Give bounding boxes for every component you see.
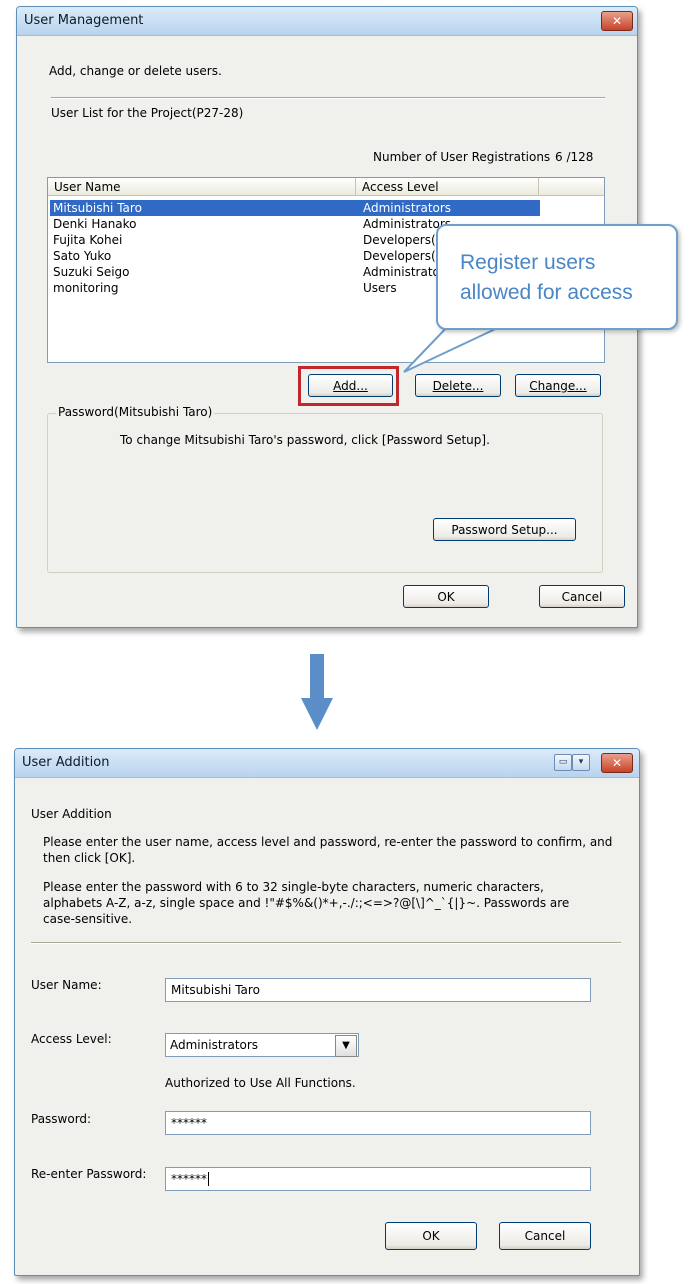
instruction-2: Please enter the password with 6 to 32 s… (43, 880, 570, 926)
section-heading: User Addition (31, 807, 112, 821)
cancel-button[interactable]: Cancel (499, 1222, 591, 1250)
registrations-value: 6 /128 (555, 150, 594, 164)
help-icon[interactable]: ▭ (554, 754, 572, 771)
ok-button[interactable]: OK (385, 1222, 477, 1250)
user-name-cell: Sato Yuko (53, 249, 112, 263)
registrations-label: Number of User Registrations (373, 150, 551, 164)
add-button-highlight (298, 366, 399, 406)
change-button-label: Change... (529, 379, 587, 393)
ok-button-label: OK (437, 590, 455, 604)
window-title: User Addition (22, 755, 110, 770)
user-name-cell: monitoring (53, 281, 119, 295)
cancel-button[interactable]: Cancel (539, 585, 625, 608)
password-label: Password: (31, 1112, 91, 1126)
window-title: User Management (24, 13, 144, 28)
user-addition-window: User Addition ▭ ▾ ✕ User Addition Please… (14, 748, 640, 1276)
separator (51, 97, 605, 99)
down-arrow-icon (301, 654, 333, 730)
callout-bubble: Register users allowed for access (436, 224, 678, 330)
access-level-description: Authorized to Use All Functions. (165, 1076, 356, 1090)
reenter-password-input[interactable]: ******​ (165, 1167, 591, 1191)
reenter-password-value: ****** (171, 1172, 207, 1186)
user-name-cell: Suzuki Seigo (53, 265, 130, 279)
column-header-empty (539, 178, 604, 196)
separator (31, 942, 621, 944)
access-level-cell: Administrator (363, 265, 445, 279)
access-level-label-text: Access Level: (31, 1032, 112, 1046)
instruction-1: Please enter the user name, access level… (43, 835, 613, 865)
user-name-cell: Fujita Kohei (53, 233, 123, 247)
password-group: Password(Mitsubishi Taro) To change Mits… (47, 405, 603, 573)
access-level-label: Access Level: (31, 1032, 112, 1046)
access-level-cell: Users (363, 281, 397, 295)
user-name-label-text: User Name: (31, 978, 102, 992)
column-header-access-level[interactable]: Access Level (356, 178, 539, 196)
user-name-cell: Mitsubishi Taro (53, 201, 142, 215)
password-group-label: Password(Mitsubishi Taro) (56, 405, 215, 419)
chevron-down-icon[interactable]: ▼ (335, 1035, 357, 1057)
access-level-select[interactable]: Administrators ▼ (165, 1033, 359, 1057)
password-label-text: Password: (31, 1112, 92, 1126)
callout-text: Register users allowed for access (460, 251, 633, 304)
cancel-button-label: Cancel (524, 1229, 566, 1243)
user-name-input[interactable]: Mitsubishi Taro (165, 978, 591, 1002)
ok-button[interactable]: OK (403, 585, 489, 608)
reenter-password-label: Re-enter Password: (31, 1167, 146, 1181)
close-icon[interactable]: ✕ (601, 753, 633, 773)
list-item[interactable]: Mitsubishi Taro Administrators (50, 200, 540, 216)
callout-pointer-mask (446, 322, 536, 328)
reenter-password-label-text: Re-enter Password: (31, 1167, 147, 1181)
password-input[interactable]: ****** (165, 1111, 591, 1135)
password-setup-button-label: Password Setup... (451, 523, 558, 537)
password-hint: To change Mitsubishi Taro's password, cl… (120, 433, 490, 447)
title-bar: User Addition ▭ ▾ ✕ (15, 749, 639, 778)
title-bar: User Management ✕ (17, 7, 637, 36)
column-header-user-name[interactable]: User Name (48, 178, 356, 196)
intro-text: Add, change or delete users. (49, 64, 222, 78)
text-cursor: ​ (208, 1172, 209, 1186)
ok-button-label: OK (422, 1229, 440, 1243)
close-icon[interactable]: ✕ (601, 11, 633, 31)
access-level-cell: Administrators (363, 201, 452, 215)
cancel-button-label: Cancel (561, 590, 603, 604)
user-list-title: User List for the Project(P27-28) (51, 106, 244, 120)
user-name-cell: Denki Hanako (53, 217, 137, 231)
chevron-down-icon[interactable]: ▾ (572, 754, 590, 771)
access-level-value: Administrators (170, 1038, 259, 1052)
delete-button-label: Delete... (432, 379, 484, 393)
password-setup-button[interactable]: Password Setup... (433, 518, 576, 541)
user-name-label: User Name: (31, 978, 102, 992)
